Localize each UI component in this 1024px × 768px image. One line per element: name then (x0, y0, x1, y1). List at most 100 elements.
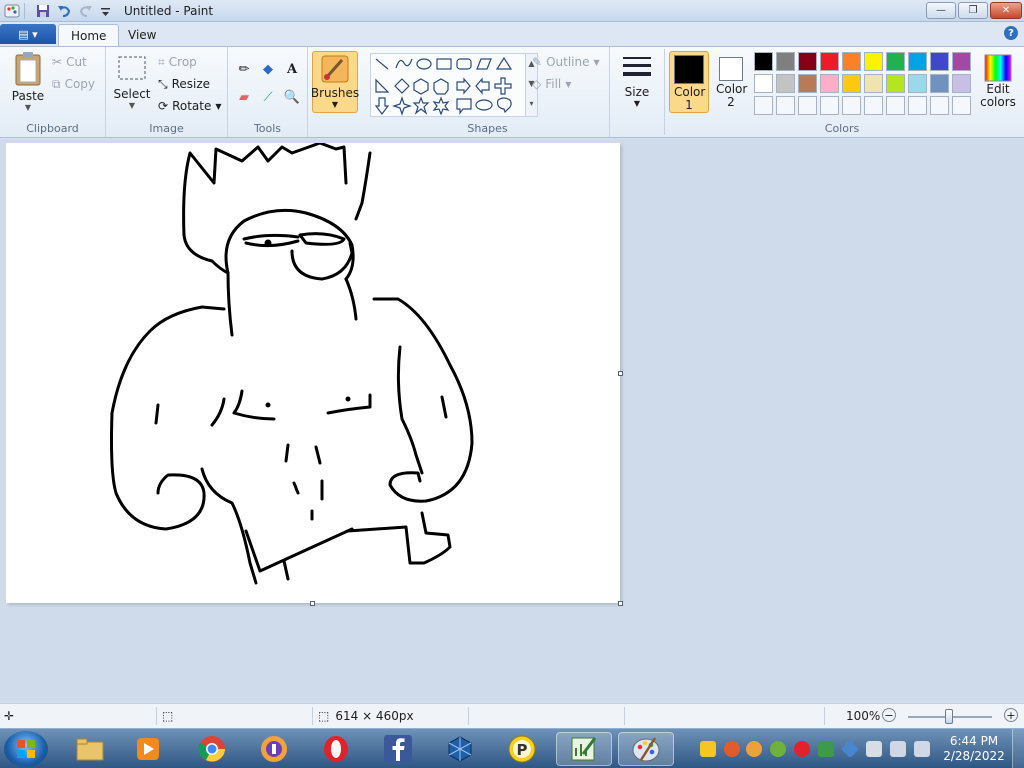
resize-handle-corner[interactable] (618, 601, 623, 606)
shield-tray-icon[interactable] (818, 741, 834, 757)
color-swatch[interactable] (754, 74, 773, 93)
close-button[interactable]: ✕ (990, 2, 1022, 19)
shapes-gallery-icons[interactable] (371, 54, 527, 118)
eraser-icon[interactable]: ▰ (234, 87, 254, 107)
canvas-workspace[interactable] (0, 139, 1024, 702)
color-picker-icon[interactable]: ⟋ (258, 87, 278, 107)
taskbar-media-player[interactable] (120, 732, 176, 766)
volume-icon[interactable] (914, 741, 930, 757)
color-swatch[interactable] (908, 74, 927, 93)
color-swatch[interactable] (886, 52, 905, 71)
taskbar-explorer[interactable] (62, 732, 118, 766)
magnifier-icon[interactable]: 🔍 (282, 87, 302, 107)
brush-icon (321, 55, 349, 83)
color-swatch[interactable] (776, 52, 795, 71)
undo-icon[interactable] (56, 3, 72, 19)
tray-app-icon[interactable] (840, 739, 860, 759)
taskbar-facebook[interactable] (370, 732, 426, 766)
save-icon[interactable] (35, 3, 51, 19)
file-menu-button[interactable]: ▤ ▾ (0, 24, 56, 44)
edit-colors-button[interactable]: Edit colors (976, 53, 1020, 109)
color-swatch[interactable] (930, 74, 949, 93)
cut-button[interactable]: ✂ Cut (52, 53, 87, 71)
restore-button[interactable]: ❐ (958, 2, 988, 19)
taskbar-vpn[interactable] (246, 732, 302, 766)
opera-tray-icon[interactable] (794, 741, 810, 757)
select-button[interactable]: Select ▼ (113, 51, 151, 110)
crop-button[interactable]: ⌗ Crop (158, 53, 197, 71)
resize-handle-right[interactable] (618, 371, 623, 376)
fill-bucket-icon[interactable]: ◆ (258, 59, 278, 79)
taskbar-virtualbox[interactable] (432, 732, 488, 766)
color-swatch[interactable] (820, 96, 839, 115)
select-icon (118, 56, 146, 80)
action-center-flag-icon[interactable] (866, 741, 882, 757)
tray-app-icon[interactable] (770, 741, 786, 757)
size-button[interactable]: Size ▼ (616, 51, 658, 108)
paste-button[interactable]: Paste ▼ (8, 51, 48, 112)
color-swatch[interactable] (864, 74, 883, 93)
color-swatch[interactable] (798, 96, 817, 115)
redo-icon[interactable] (78, 3, 94, 19)
minimize-button[interactable]: — (926, 2, 956, 19)
color-swatch[interactable] (798, 52, 817, 71)
taskbar-chart-app[interactable] (556, 732, 612, 766)
clock[interactable]: 6:44 PM 2/28/2022 (940, 734, 1008, 764)
zoom-slider-thumb[interactable] (945, 709, 953, 724)
color-swatch[interactable] (864, 52, 883, 71)
resize-icon: ⤡ (158, 76, 168, 91)
color1-button[interactable]: Color 1 (669, 51, 709, 113)
color-swatch[interactable] (842, 96, 861, 115)
color-swatch[interactable] (930, 52, 949, 71)
network-icon[interactable] (890, 741, 906, 757)
color-swatch[interactable] (952, 96, 971, 115)
color-swatch[interactable] (842, 52, 861, 71)
show-desktop-button[interactable] (1012, 729, 1024, 768)
customize-qat-icon[interactable] (98, 3, 114, 19)
copy-button[interactable]: ⧉ Copy (52, 75, 95, 93)
p-app-tray-icon[interactable] (700, 741, 716, 757)
color-swatch[interactable] (754, 52, 773, 71)
color-swatch[interactable] (908, 96, 927, 115)
text-tool-icon[interactable]: A (282, 59, 302, 79)
zoom-in-button[interactable]: + (1004, 708, 1018, 722)
color-swatch[interactable] (776, 74, 795, 93)
color-swatch[interactable] (952, 74, 971, 93)
taskbar-paint[interactable] (618, 732, 674, 766)
color-swatch[interactable] (952, 52, 971, 71)
pencil-icon[interactable]: ✏ (234, 59, 254, 79)
color-swatch[interactable] (820, 52, 839, 71)
tray-app-icon[interactable] (746, 741, 762, 757)
taskbar-opera[interactable] (308, 732, 364, 766)
resize-handle-bottom[interactable] (310, 601, 315, 606)
restore-label: ❐ (968, 5, 978, 16)
zoom-out-button[interactable]: − (882, 708, 896, 722)
resize-button[interactable]: ⤡ Resize (158, 75, 210, 93)
color-swatch[interactable] (820, 74, 839, 93)
drawing-canvas[interactable] (6, 141, 623, 606)
color-swatch[interactable] (798, 74, 817, 93)
outline-button[interactable]: ✎ Outline ▼ (532, 53, 600, 71)
color-swatch[interactable] (776, 96, 795, 115)
rotate-button[interactable]: ⟳ Rotate ▼ (158, 97, 222, 115)
help-icon[interactable]: ? (1004, 26, 1018, 40)
shapes-group-label: Shapes (467, 122, 508, 135)
tab-view[interactable]: View (116, 24, 168, 46)
taskbar-chrome[interactable] (184, 732, 240, 766)
color-swatch[interactable] (908, 52, 927, 71)
start-button[interactable] (4, 731, 48, 767)
color-swatch[interactable] (754, 96, 773, 115)
color2-button[interactable]: Color 2 (711, 51, 751, 113)
tab-home[interactable]: Home (58, 24, 120, 46)
size-label: Size (624, 85, 650, 99)
color-swatch[interactable] (864, 96, 883, 115)
color-swatch[interactable] (886, 96, 905, 115)
fill-button[interactable]: ◇ Fill ▼ (532, 75, 571, 93)
tray-app-icon[interactable] (724, 741, 740, 757)
color-swatch[interactable] (930, 96, 949, 115)
color-swatch[interactable] (842, 74, 861, 93)
color-swatch[interactable] (886, 74, 905, 93)
taskbar-p-app[interactable]: P (494, 732, 550, 766)
brushes-button[interactable]: Brushes ▼ (311, 51, 359, 113)
paint-app-icon[interactable] (4, 3, 20, 19)
